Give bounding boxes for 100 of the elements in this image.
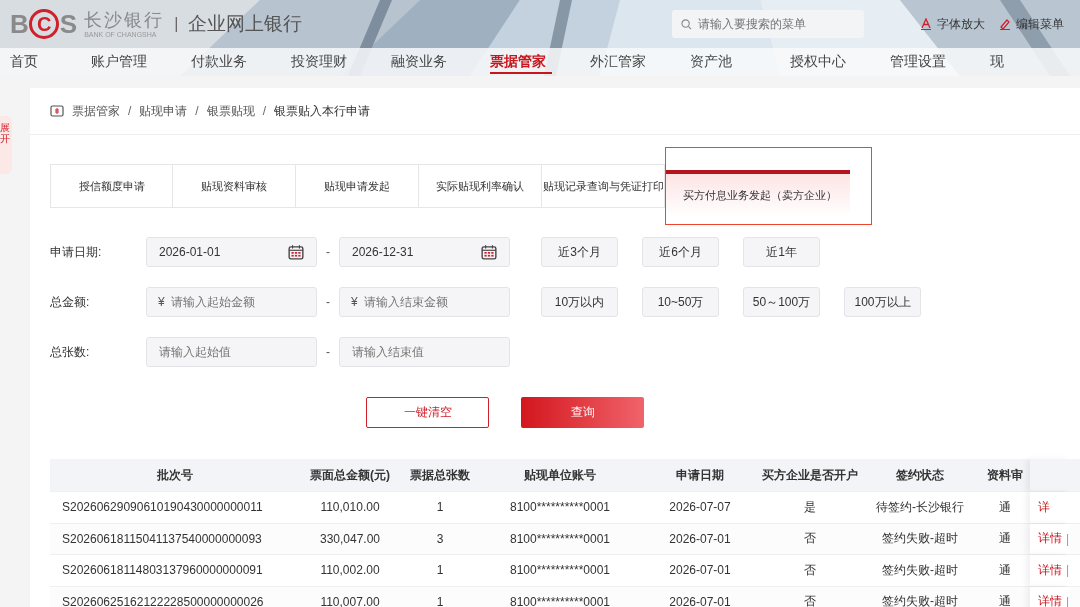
nav-item[interactable]: 现 <box>980 48 1080 76</box>
breadcrumb-item: 银票贴入本行申请 <box>274 102 371 120</box>
quick-range-button[interactable]: 近3个月 <box>541 237 618 267</box>
quick-range-button[interactable]: 100万以上 <box>844 287 921 317</box>
table-cell-text: 1 <box>435 500 445 515</box>
range-separator: - <box>325 245 331 259</box>
yuan-sign: ¥ <box>158 295 165 309</box>
details-link[interactable]: 详 <box>1038 498 1050 516</box>
table-cell-text: 110,002.00 <box>319 563 381 578</box>
table-cell-text: 否 <box>803 593 817 607</box>
expand-side-tab[interactable]: 展开 <box>0 116 12 174</box>
table-cell-text: S20260618115041137540000000093 <box>61 531 263 546</box>
table-cell-text: 8100**********0001 <box>508 594 612 607</box>
table-cell-text: 签约失败-超时 <box>881 530 959 548</box>
nav-item[interactable]: 授权中心 <box>780 48 881 76</box>
range-separator: - <box>325 295 331 309</box>
font-enlarge-button[interactable]: 字体放大 <box>920 15 985 33</box>
search-icon <box>681 19 692 30</box>
brand-separator: | <box>174 15 179 33</box>
quick-range-button[interactable]: 10万以内 <box>541 287 618 317</box>
breadcrumb-item[interactable]: 银票贴现 <box>206 102 255 120</box>
table-cell-text: 否 <box>803 561 817 579</box>
breadcrumb-item[interactable]: 票据管家 <box>72 102 120 120</box>
breadcrumb-item[interactable]: 贴现申请 <box>139 102 188 120</box>
table-cell-text: 2026-07-07 <box>668 500 732 515</box>
table-cell-text: S20260618114803137960000000091 <box>61 563 264 578</box>
clear-button[interactable]: 一键清空 <box>366 397 489 428</box>
calendar-icon <box>288 244 304 260</box>
nav-item[interactable]: 首页 <box>0 48 81 76</box>
query-button[interactable]: 查询 <box>521 397 644 428</box>
column-header: 票面总金额(元) <box>309 466 391 484</box>
column-header: 申请日期 <box>675 466 725 484</box>
nav-item[interactable]: 资产池 <box>680 48 781 76</box>
count-field[interactable]: 请输入结束值 <box>339 337 510 367</box>
table-cell-text: 1 <box>435 594 445 607</box>
link-separator: | <box>1066 563 1070 578</box>
details-link[interactable]: 详情 <box>1038 593 1062 607</box>
details-link[interactable]: 详情 <box>1038 561 1062 579</box>
table-cell-text: 1 <box>435 563 445 578</box>
letter-a-icon <box>920 18 932 30</box>
nav-item[interactable]: 外汇管家 <box>580 48 681 76</box>
tab[interactable]: 贴现资料审核 <box>173 164 296 208</box>
tab[interactable]: 买方付息业务发起（卖方企业） <box>665 147 872 225</box>
product-title: 企业网上银行 <box>188 12 303 36</box>
table-cell-text: 110,007.00 <box>319 594 381 607</box>
bill-icon <box>50 105 64 117</box>
table-cell-text: 签约失败-超时 <box>881 561 959 579</box>
table-cell-text: 是 <box>803 498 817 516</box>
count-field[interactable]: 请输入起始值 <box>146 337 317 367</box>
table-cell-text: 8100**********0001 <box>508 531 612 546</box>
tab[interactable]: 贴现申请发起 <box>296 164 419 208</box>
link-separator: | <box>1066 531 1070 546</box>
quick-range-button[interactable]: 近6个月 <box>642 237 719 267</box>
table-cell-text: 330,047.00 <box>318 531 382 546</box>
search-field[interactable]: 请输入要搜索的菜单 <box>672 10 864 38</box>
table-cell-text: 2026-07-01 <box>668 563 732 578</box>
range-separator: - <box>325 345 331 359</box>
column-header: 批次号 <box>156 466 194 484</box>
bank-logo: B C S <box>10 8 77 40</box>
yuan-sign: ¥ <box>351 295 358 309</box>
table-cell-text: S20260625162122228500000000026 <box>61 594 265 607</box>
quick-range-button[interactable]: 50～100万 <box>743 287 820 317</box>
field-label: 总金额: <box>50 293 91 311</box>
table-cell-text: 2026-07-01 <box>668 594 732 607</box>
table-cell-text: 通 <box>998 530 1012 548</box>
quick-range-button[interactable]: 10~50万 <box>642 287 719 317</box>
breadcrumb-separator: / <box>128 104 132 118</box>
date-field[interactable]: 2026-01-01 <box>146 237 317 267</box>
edit-menu-button[interactable]: 编辑菜单 <box>999 15 1064 33</box>
table-cell-text: 8100**********0001 <box>508 500 612 515</box>
table-cell-text: 3 <box>435 531 445 546</box>
nav-item[interactable]: 投资理财 <box>280 48 381 76</box>
table-cell-text: 通 <box>998 561 1012 579</box>
nav-item[interactable]: 账户管理 <box>80 48 181 76</box>
column-header: 签约状态 <box>895 466 945 484</box>
details-link[interactable]: 详情 <box>1038 530 1062 548</box>
tab[interactable]: 实际贴现利率确认 <box>419 164 542 208</box>
table-cell-text: 110,010.00 <box>319 500 381 515</box>
column-header: 票据总张数 <box>409 466 471 484</box>
bank-name: 长沙银行 <box>84 10 165 29</box>
table-cell-text: S20260629090610190430000000011 <box>61 500 264 515</box>
nav-item[interactable]: 融资业务 <box>380 48 481 76</box>
breadcrumb-separator: / <box>195 104 199 118</box>
tab[interactable]: 贴现记录查询与凭证打印 <box>542 164 665 208</box>
field-label: 总张数: <box>50 343 91 361</box>
table-cell-text: 签约失败-超时 <box>881 593 959 607</box>
pencil-icon <box>999 18 1011 30</box>
table-cell-text: 2026-07-01 <box>668 531 732 546</box>
column-header: 资料审 <box>986 466 1024 484</box>
column-header: 贴现单位账号 <box>523 466 597 484</box>
table-cell-text: 通 <box>998 498 1012 516</box>
date-field[interactable]: 2026-12-31 <box>339 237 510 267</box>
nav-item[interactable]: 付款业务 <box>180 48 281 76</box>
quick-range-button[interactable]: 近1年 <box>743 237 820 267</box>
field-label: 申请日期: <box>50 243 103 261</box>
table-cell-text: 待签约-长沙银行 <box>875 498 965 516</box>
table-cell-text: 否 <box>803 530 817 548</box>
table-cell-text: 通 <box>998 593 1012 607</box>
nav-item[interactable]: 管理设置 <box>880 48 981 76</box>
tab[interactable]: 授信额度申请 <box>50 164 173 208</box>
